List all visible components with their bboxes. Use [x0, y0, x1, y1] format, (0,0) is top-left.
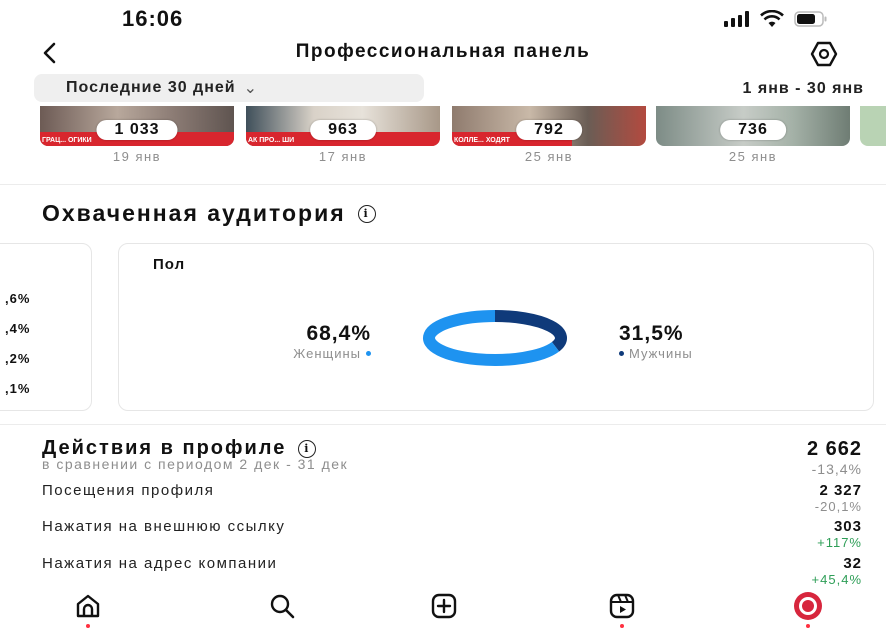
reel-view-count: 792: [516, 120, 582, 140]
profile-actions-subtitle: в сравнении с периодом 2 дек - 31 дек: [42, 456, 349, 472]
metric-label: Нажатия на адрес компании: [42, 555, 278, 572]
metric-label: Нажатия на внешнюю ссылку: [42, 518, 286, 535]
status-bar: 16:06: [0, 0, 886, 40]
reel-date: 25 янв: [524, 149, 574, 164]
date-range: 1 янв - 30 янв: [742, 80, 864, 97]
metric-value: 2 327: [819, 482, 862, 499]
donut-segment-male: [494, 310, 567, 352]
reel-thumbnail: ГРАЦ... ОГИКИ 1 033: [40, 106, 234, 146]
reel-thumb-text: ГРАЦ... ОГИКИ: [42, 137, 92, 144]
bottom-tab-bar: [0, 588, 886, 629]
male-percent: 31,5%: [619, 322, 684, 345]
reel-view-count: 963: [310, 120, 376, 140]
metric-label: Посещения профиля: [42, 482, 215, 499]
section-divider: [0, 424, 886, 425]
audience-title-text: Охваченная аудитория: [42, 200, 346, 226]
date-filter-row: Последние 30 дней ⌄ 1 янв - 30 янв: [0, 72, 886, 104]
metric-value: 32: [843, 555, 862, 572]
reel-date: 17 янв: [318, 149, 368, 164]
page-title: Профессиональная панель: [295, 41, 591, 62]
status-icons: [724, 10, 828, 28]
tab-search[interactable]: [266, 590, 298, 622]
status-time: 16:06: [122, 6, 184, 31]
signal-icon: [724, 11, 749, 27]
metric-value-block: 303 +117%: [817, 518, 862, 550]
female-percent: 68,4%: [306, 322, 371, 345]
age-value: ,4%: [5, 321, 31, 336]
metric-delta: +117%: [817, 535, 862, 550]
gender-card[interactable]: Пол 68,4% Женщины 31,5% Мужчины: [118, 243, 874, 411]
gender-title: Пол: [153, 256, 186, 273]
wifi-icon: [760, 10, 784, 27]
metric-delta: +45,4%: [811, 572, 862, 587]
settings-button[interactable]: [810, 40, 838, 68]
reel-card[interactable]: АК ПРО... ШИ 963 17 янв: [246, 106, 440, 164]
age-card[interactable]: ,6% ,4% ,2% ,1%: [0, 243, 92, 411]
metric-row-profile-visits[interactable]: Посещения профиля 2 327 -20,1%: [42, 482, 862, 522]
notification-dot: [620, 624, 624, 628]
reel-view-count: 736: [720, 120, 786, 140]
female-stat: 68,4% Женщины: [231, 322, 371, 361]
info-icon[interactable]: i: [357, 204, 376, 223]
metric-value-block: 2 327 -20,1%: [815, 482, 862, 514]
reel-card[interactable]: КОЛЛЕ... ХОДЯТ 792 25 янв: [452, 106, 646, 164]
reel-card[interactable]: 736 25 янв: [656, 106, 850, 164]
reel-thumbnail: АК ПРО... ШИ 963: [246, 106, 440, 146]
nav-header: Профессиональная панель: [0, 38, 886, 68]
reel-date: 25 янв: [728, 149, 778, 164]
tab-reels[interactable]: [606, 590, 638, 628]
reel-view-count: 1 033: [96, 120, 178, 140]
profile-avatar: [794, 592, 822, 620]
male-legend-dot: [619, 351, 624, 356]
reel-thumb-text: КОЛЛЕ... ХОДЯТ: [454, 137, 510, 144]
reel-thumbnail: 736: [656, 106, 850, 146]
age-value: ,1%: [5, 381, 31, 396]
tab-home[interactable]: [72, 590, 104, 628]
section-divider: [0, 184, 886, 185]
metric-delta: -20,1%: [814, 499, 862, 514]
reels-strip: ГРАЦ... ОГИКИ 1 033 19 янв АК ПРО... ШИ …: [0, 106, 886, 168]
info-icon[interactable]: i: [298, 439, 317, 458]
reel-date: 19 янв: [112, 149, 162, 164]
total-value: 2 662: [806, 438, 862, 460]
create-icon: [431, 593, 457, 619]
female-label: Женщины: [293, 346, 361, 361]
audience-section-title: Охваченная аудитория i: [42, 200, 376, 227]
reel-thumb-text: АК ПРО... ШИ: [248, 137, 295, 144]
tab-profile[interactable]: [792, 590, 824, 628]
gear-icon: [810, 41, 838, 67]
period-dropdown[interactable]: Последние 30 дней ⌄: [34, 74, 424, 102]
reels-icon: [609, 593, 635, 619]
metric-row-link-taps[interactable]: Нажатия на внешнюю ссылку 303 +117%: [42, 518, 862, 558]
reel-card-partial[interactable]: [860, 106, 886, 146]
male-label: Мужчины: [629, 346, 693, 361]
chevron-down-icon: ⌄: [243, 80, 259, 97]
metric-value: 303: [833, 518, 862, 535]
reel-card[interactable]: ГРАЦ... ОГИКИ 1 033 19 янв: [40, 106, 234, 164]
female-label-row: Женщины: [231, 346, 371, 361]
total-delta: -13,4%: [811, 461, 862, 477]
profile-actions-total: 2 662 -13,4%: [807, 438, 862, 477]
male-stat: 31,5% Мужчины: [619, 322, 779, 361]
notification-dot: [86, 624, 90, 628]
gender-donut-chart: [423, 310, 567, 366]
notification-dot: [806, 624, 810, 628]
battery-icon: [794, 11, 827, 27]
home-icon: [76, 594, 100, 618]
age-value: ,6%: [5, 291, 31, 306]
female-legend-dot: [366, 351, 371, 356]
tab-create[interactable]: [428, 590, 460, 622]
reel-thumbnail: КОЛЛЕ... ХОДЯТ 792: [452, 106, 646, 146]
age-value: ,2%: [5, 351, 31, 366]
period-label: Последние 30 дней: [66, 79, 236, 96]
search-icon: [270, 594, 295, 619]
male-label-row: Мужчины: [619, 346, 779, 361]
metric-value-block: 32 +45,4%: [812, 555, 862, 587]
